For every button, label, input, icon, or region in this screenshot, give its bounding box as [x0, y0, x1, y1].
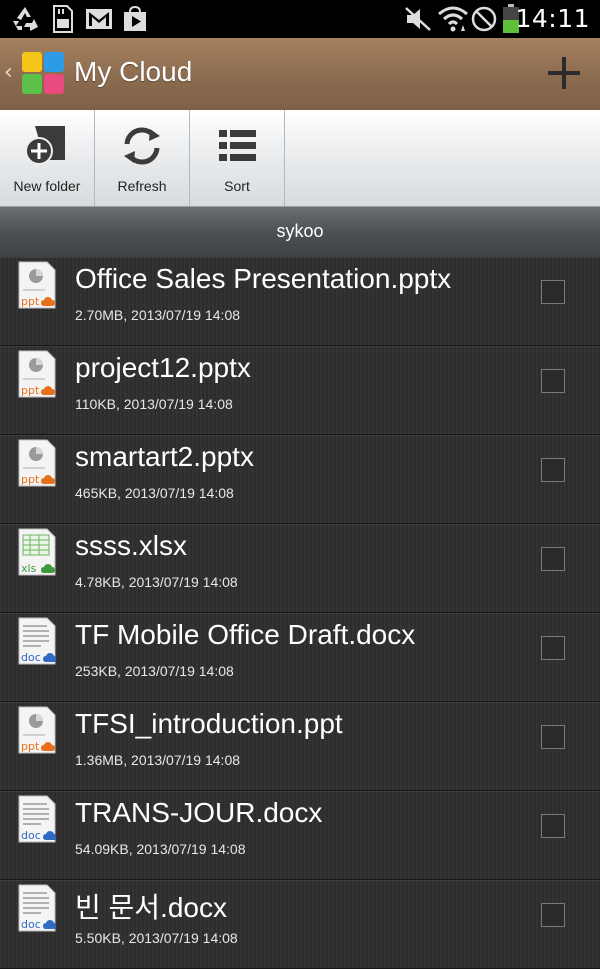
svg-text:ppt: ppt [21, 295, 40, 308]
svg-text:xls: xls [21, 562, 37, 575]
refresh-button[interactable]: Refresh [95, 110, 190, 206]
list-item[interactable]: ppt project12.pptx 110KB, 2013/07/19 14:… [0, 346, 600, 435]
sort-label: Sort [224, 178, 250, 194]
recycle-icon [8, 5, 42, 33]
file-name: Office Sales Presentation.pptx [75, 263, 452, 294]
doc-file-icon: doc [18, 617, 56, 665]
ppt-file-icon: ppt [18, 439, 56, 487]
svg-text:ppt: ppt [21, 384, 40, 397]
play-store-icon [120, 5, 150, 33]
new-folder-icon [23, 124, 71, 168]
file-name: TRANS-JOUR.docx [75, 797, 323, 828]
file-name: project12.pptx [75, 352, 251, 383]
status-time: 14:11 [515, 4, 590, 33]
file-meta: 4.78KB, 2013/07/19 14:08 [75, 574, 238, 590]
file-meta: 110KB, 2013/07/19 14:08 [75, 396, 233, 412]
no-signal-icon [470, 5, 498, 33]
sort-button[interactable]: Sort [190, 110, 285, 206]
back-chevron-icon[interactable]: ‹ [4, 60, 13, 85]
file-meta: 2.70MB, 2013/07/19 14:08 [75, 307, 241, 323]
wifi-icon [437, 5, 469, 33]
svg-text:doc: doc [21, 651, 41, 664]
status-bar: 14:11 [0, 0, 600, 38]
svg-text:doc: doc [21, 918, 41, 931]
file-meta: 54.09KB, 2013/07/19 14:08 [75, 841, 246, 857]
new-folder-label: New folder [13, 178, 81, 194]
select-checkbox[interactable] [541, 814, 565, 838]
file-name: ssss.xlsx [75, 530, 187, 561]
folder-header: sykoo [0, 207, 600, 258]
select-checkbox[interactable] [541, 725, 565, 749]
select-checkbox[interactable] [541, 369, 565, 393]
doc-file-icon: doc [18, 795, 56, 843]
select-checkbox[interactable] [541, 636, 565, 660]
plus-icon [548, 57, 580, 89]
svg-text:ppt: ppt [21, 740, 40, 753]
list-item[interactable]: doc TF Mobile Office Draft.docx 253KB, 2… [0, 613, 600, 702]
app-logo-icon[interactable] [20, 50, 66, 96]
list-item[interactable]: doc 빈 문서.docx 5.50KB, 2013/07/19 14:08 [0, 880, 600, 969]
title-bar: ‹ My Cloud [0, 38, 600, 111]
gmail-icon [84, 5, 114, 33]
sd-card-icon [50, 5, 76, 33]
list-item[interactable]: doc TRANS-JOUR.docx 54.09KB, 2013/07/19 … [0, 791, 600, 880]
folder-name: sykoo [276, 221, 324, 241]
file-meta: 5.50KB, 2013/07/19 14:08 [75, 930, 238, 946]
ppt-file-icon: ppt [18, 706, 56, 754]
list-item[interactable]: ppt Office Sales Presentation.pptx 2.70M… [0, 257, 600, 346]
list-item[interactable]: ppt TFSI_introduction.ppt 1.36MB, 2013/0… [0, 702, 600, 791]
ppt-file-icon: ppt [18, 350, 56, 398]
new-folder-button[interactable]: New folder [0, 110, 95, 206]
file-meta: 253KB, 2013/07/19 14:08 [75, 663, 234, 679]
toolbar: New folder Refresh Sort [0, 110, 600, 207]
list-item[interactable]: ppt smartart2.pptx 465KB, 2013/07/19 14:… [0, 435, 600, 524]
select-checkbox[interactable] [541, 280, 565, 304]
select-checkbox[interactable] [541, 903, 565, 927]
svg-text:ppt: ppt [21, 473, 40, 486]
svg-text:doc: doc [21, 829, 41, 842]
file-list: ppt Office Sales Presentation.pptx 2.70M… [0, 257, 600, 969]
file-name: TFSI_introduction.ppt [75, 708, 343, 739]
page-title: My Cloud [74, 56, 193, 87]
doc-file-icon: doc [18, 884, 56, 932]
list-item[interactable]: xls ssss.xlsx 4.78KB, 2013/07/19 14:08 [0, 524, 600, 613]
add-button[interactable] [546, 55, 582, 91]
refresh-icon [118, 124, 166, 168]
file-name: 빈 문서.docx [75, 892, 227, 923]
sort-list-icon [213, 124, 261, 168]
file-name: smartart2.pptx [75, 441, 254, 472]
select-checkbox[interactable] [541, 458, 565, 482]
refresh-label: Refresh [117, 178, 167, 194]
file-meta: 1.36MB, 2013/07/19 14:08 [75, 752, 241, 768]
ppt-file-icon: ppt [18, 261, 56, 309]
xls-file-icon: xls [18, 528, 56, 576]
select-checkbox[interactable] [541, 547, 565, 571]
file-name: TF Mobile Office Draft.docx [75, 619, 416, 650]
mute-icon [404, 5, 432, 33]
file-meta: 465KB, 2013/07/19 14:08 [75, 485, 234, 501]
